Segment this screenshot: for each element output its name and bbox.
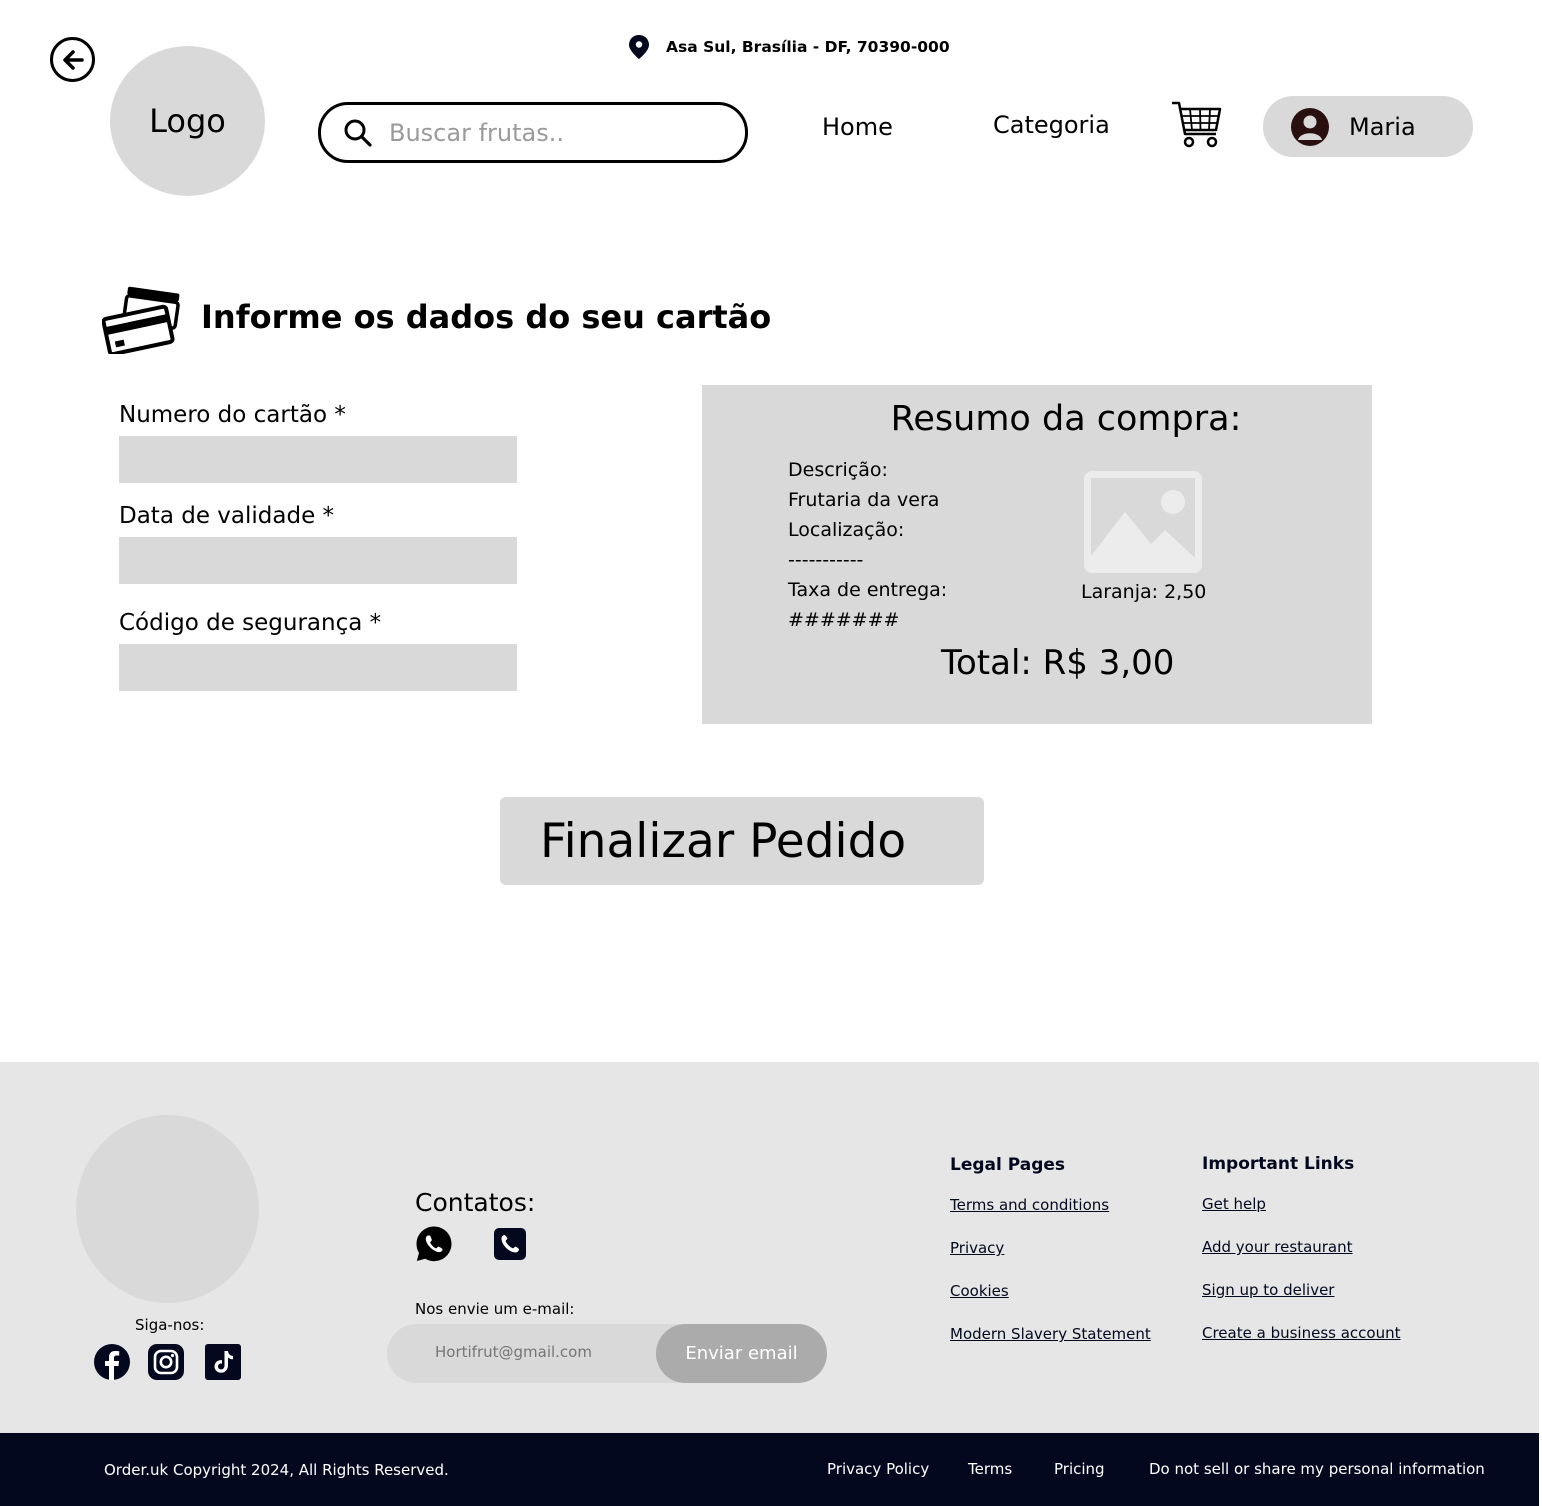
copyright: Order.uk Copyright 2024, All Rights Rese… [104, 1461, 449, 1479]
credit-cards-icon [101, 284, 182, 357]
summary-line: Descrição: [788, 459, 888, 481]
phone-link[interactable] [494, 1228, 526, 1260]
whatsapp-link[interactable] [415, 1225, 453, 1263]
page-title: Informe os dados do seu cartão [201, 298, 772, 336]
tiktok-link[interactable] [205, 1344, 241, 1380]
expiry-date-input[interactable] [119, 537, 517, 584]
summary-details: Descrição: Frutaria da vera Localização:… [788, 455, 947, 635]
image-placeholder-icon [1091, 490, 1195, 566]
product-image-placeholder [1084, 471, 1202, 573]
finalize-order-button[interactable]: Finalizar Pedido [500, 797, 984, 885]
footer-logo [76, 1115, 259, 1303]
logo-text: Logo [149, 102, 226, 140]
delivery-address[interactable]: Asa Sul, Brasília - DF, 70390-000 [628, 34, 950, 60]
whatsapp-icon [416, 1226, 452, 1262]
back-button[interactable] [50, 37, 95, 82]
summary-line: Localização: [788, 519, 905, 541]
link-privacy[interactable]: Privacy [950, 1239, 1004, 1257]
back-arrow-icon [62, 49, 84, 70]
bottom-link-do-not-sell[interactable]: Do not sell or share my personal informa… [1149, 1460, 1485, 1478]
facebook-link[interactable] [94, 1344, 130, 1380]
search-bar[interactable] [318, 102, 748, 163]
send-email-button[interactable]: Enviar email [656, 1324, 827, 1383]
link-modern-slavery[interactable]: Modern Slavery Statement [950, 1325, 1151, 1343]
email-input[interactable] [435, 1343, 645, 1361]
bottom-link-privacy-policy[interactable]: Privacy Policy [827, 1460, 929, 1478]
security-code-input[interactable] [119, 644, 517, 691]
location-pin-icon [629, 35, 649, 59]
cart-button[interactable] [1170, 100, 1224, 150]
phone-icon [494, 1228, 526, 1260]
item-price: Laranja: 2,50 [1081, 581, 1207, 603]
summary-line: Frutaria da vera [788, 489, 940, 511]
nav-home-link[interactable]: Home [822, 113, 893, 141]
summary-line: ####### [788, 609, 900, 631]
bottom-bar: Order.uk Copyright 2024, All Rights Rese… [0, 1433, 1539, 1506]
instagram-icon [148, 1344, 184, 1380]
card-number-input[interactable] [119, 436, 517, 483]
search-icon [344, 119, 372, 147]
summary-title: Resumo da compra: [890, 399, 1242, 439]
bottom-link-pricing[interactable]: Pricing [1054, 1460, 1105, 1478]
email-prompt: Nos envie um e-mail: [415, 1300, 575, 1318]
link-sign-up-deliver[interactable]: Sign up to deliver [1202, 1281, 1334, 1299]
bottom-link-terms[interactable]: Terms [968, 1460, 1012, 1478]
logo[interactable]: Logo [110, 46, 265, 196]
email-form: Enviar email [387, 1324, 827, 1383]
important-links-title: Important Links [1202, 1154, 1355, 1174]
nav-categoria-link[interactable]: Categoria [993, 111, 1110, 139]
tiktok-icon [205, 1344, 241, 1380]
instagram-link[interactable] [148, 1344, 184, 1380]
footer: Siga-nos: Contatos: Nos envie um e-mail:… [0, 1062, 1539, 1434]
order-summary-panel: Resumo da compra: Descrição: Frutaria da… [702, 385, 1372, 724]
user-menu-button[interactable]: Maria [1263, 96, 1473, 157]
card-number-label: Numero do cartão * [119, 402, 346, 428]
summary-line: ----------- [788, 549, 864, 571]
legal-pages-title: Legal Pages [950, 1155, 1066, 1175]
search-input[interactable] [389, 118, 719, 147]
follow-us-label: Siga-nos: [135, 1316, 205, 1334]
contacts-title: Contatos: [415, 1188, 536, 1217]
security-code-label: Código de segurança * [119, 610, 382, 636]
order-total: Total: R$ 3,00 [941, 643, 1175, 683]
address-text: Asa Sul, Brasília - DF, 70390-000 [666, 38, 950, 56]
cart-icon [1172, 101, 1222, 148]
user-avatar-icon [1291, 107, 1329, 146]
summary-line: Taxa de entrega: [788, 579, 948, 601]
link-business-account[interactable]: Create a business account [1202, 1324, 1400, 1342]
facebook-icon [94, 1344, 130, 1380]
link-cookies[interactable]: Cookies [950, 1282, 1009, 1300]
link-add-restaurant[interactable]: Add your restaurant [1202, 1238, 1353, 1256]
user-name: Maria [1349, 112, 1416, 141]
link-get-help[interactable]: Get help [1202, 1195, 1266, 1213]
link-terms-conditions[interactable]: Terms and conditions [950, 1196, 1109, 1214]
expiry-date-label: Data de validade * [119, 503, 335, 529]
